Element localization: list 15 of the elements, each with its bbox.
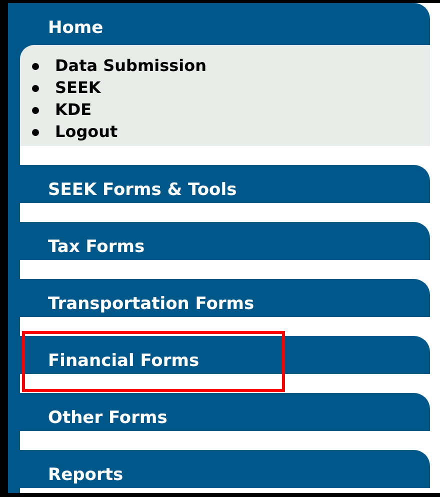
- bullet-icon: [32, 84, 39, 92]
- menu-header[interactable]: Reports: [20, 450, 430, 488]
- menu-header[interactable]: Financial Forms: [20, 336, 430, 374]
- submenu-link[interactable]: Data Submission: [55, 55, 207, 77]
- submenu-link[interactable]: Logout: [55, 121, 118, 143]
- menu-header[interactable]: Transportation Forms: [20, 279, 430, 317]
- submenu-link[interactable]: KDE: [55, 99, 92, 121]
- menu-header[interactable]: Home: [20, 3, 430, 45]
- menu-header[interactable]: Tax Forms: [20, 222, 430, 260]
- menu-header[interactable]: SEEK Forms & Tools: [20, 165, 430, 203]
- bullet-icon: [32, 106, 39, 114]
- menu-header[interactable]: Other Forms: [20, 393, 430, 431]
- submenu-link[interactable]: SEEK: [55, 77, 101, 99]
- bullet-icon: [32, 128, 39, 136]
- bullet-icon: [32, 62, 39, 70]
